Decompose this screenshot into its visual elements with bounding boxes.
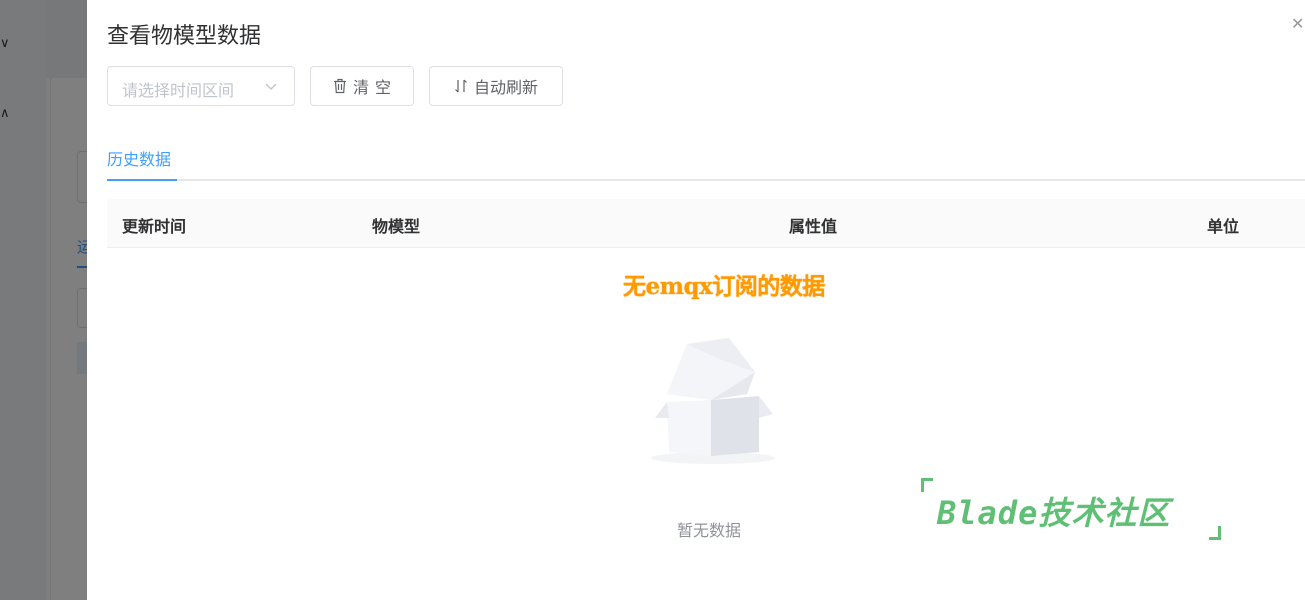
- time-range-select[interactable]: 请选择时间区间: [107, 66, 295, 106]
- thing-model-data-drawer: 查看物模型数据 ✕ 请选择时间区间 清空 自动刷新 历史数据 更新时间 物模型 …: [87, 0, 1305, 600]
- auto-refresh-label: 自动刷新: [473, 78, 538, 97]
- watermark-bracket-left: [921, 478, 933, 492]
- column-header-update-time: 更新时间: [122, 217, 187, 236]
- tabs: 历史数据: [107, 138, 1305, 181]
- trash-icon: [333, 78, 346, 94]
- close-icon[interactable]: ✕: [1291, 14, 1305, 33]
- table-header: 更新时间 物模型 属性值 单位: [107, 199, 1305, 248]
- sort-arrows-icon: [455, 79, 467, 93]
- no-subscription-banner: 无emqx订阅的数据: [623, 273, 825, 300]
- column-header-unit: 单位: [1207, 217, 1240, 236]
- watermark-bracket-right: [1209, 526, 1221, 540]
- watermark-logo: Blade技术社区: [921, 478, 1221, 540]
- tab-history-data[interactable]: 历史数据: [107, 146, 171, 170]
- watermark-text: Blade技术社区: [937, 494, 1171, 532]
- drawer-title: 查看物模型数据: [107, 24, 262, 49]
- tab-active-indicator: [107, 179, 177, 181]
- empty-box-icon: [651, 338, 775, 464]
- column-header-thing-model: 物模型: [372, 217, 421, 236]
- chevron-down-icon: [265, 83, 277, 90]
- empty-text: 暂无数据: [677, 521, 742, 540]
- time-range-placeholder: 请选择时间区间: [122, 81, 235, 100]
- clear-button-label: 清空: [352, 78, 397, 97]
- auto-refresh-button[interactable]: 自动刷新: [429, 66, 563, 106]
- clear-button[interactable]: 清空: [310, 66, 414, 106]
- column-header-property-value: 属性值: [789, 217, 838, 236]
